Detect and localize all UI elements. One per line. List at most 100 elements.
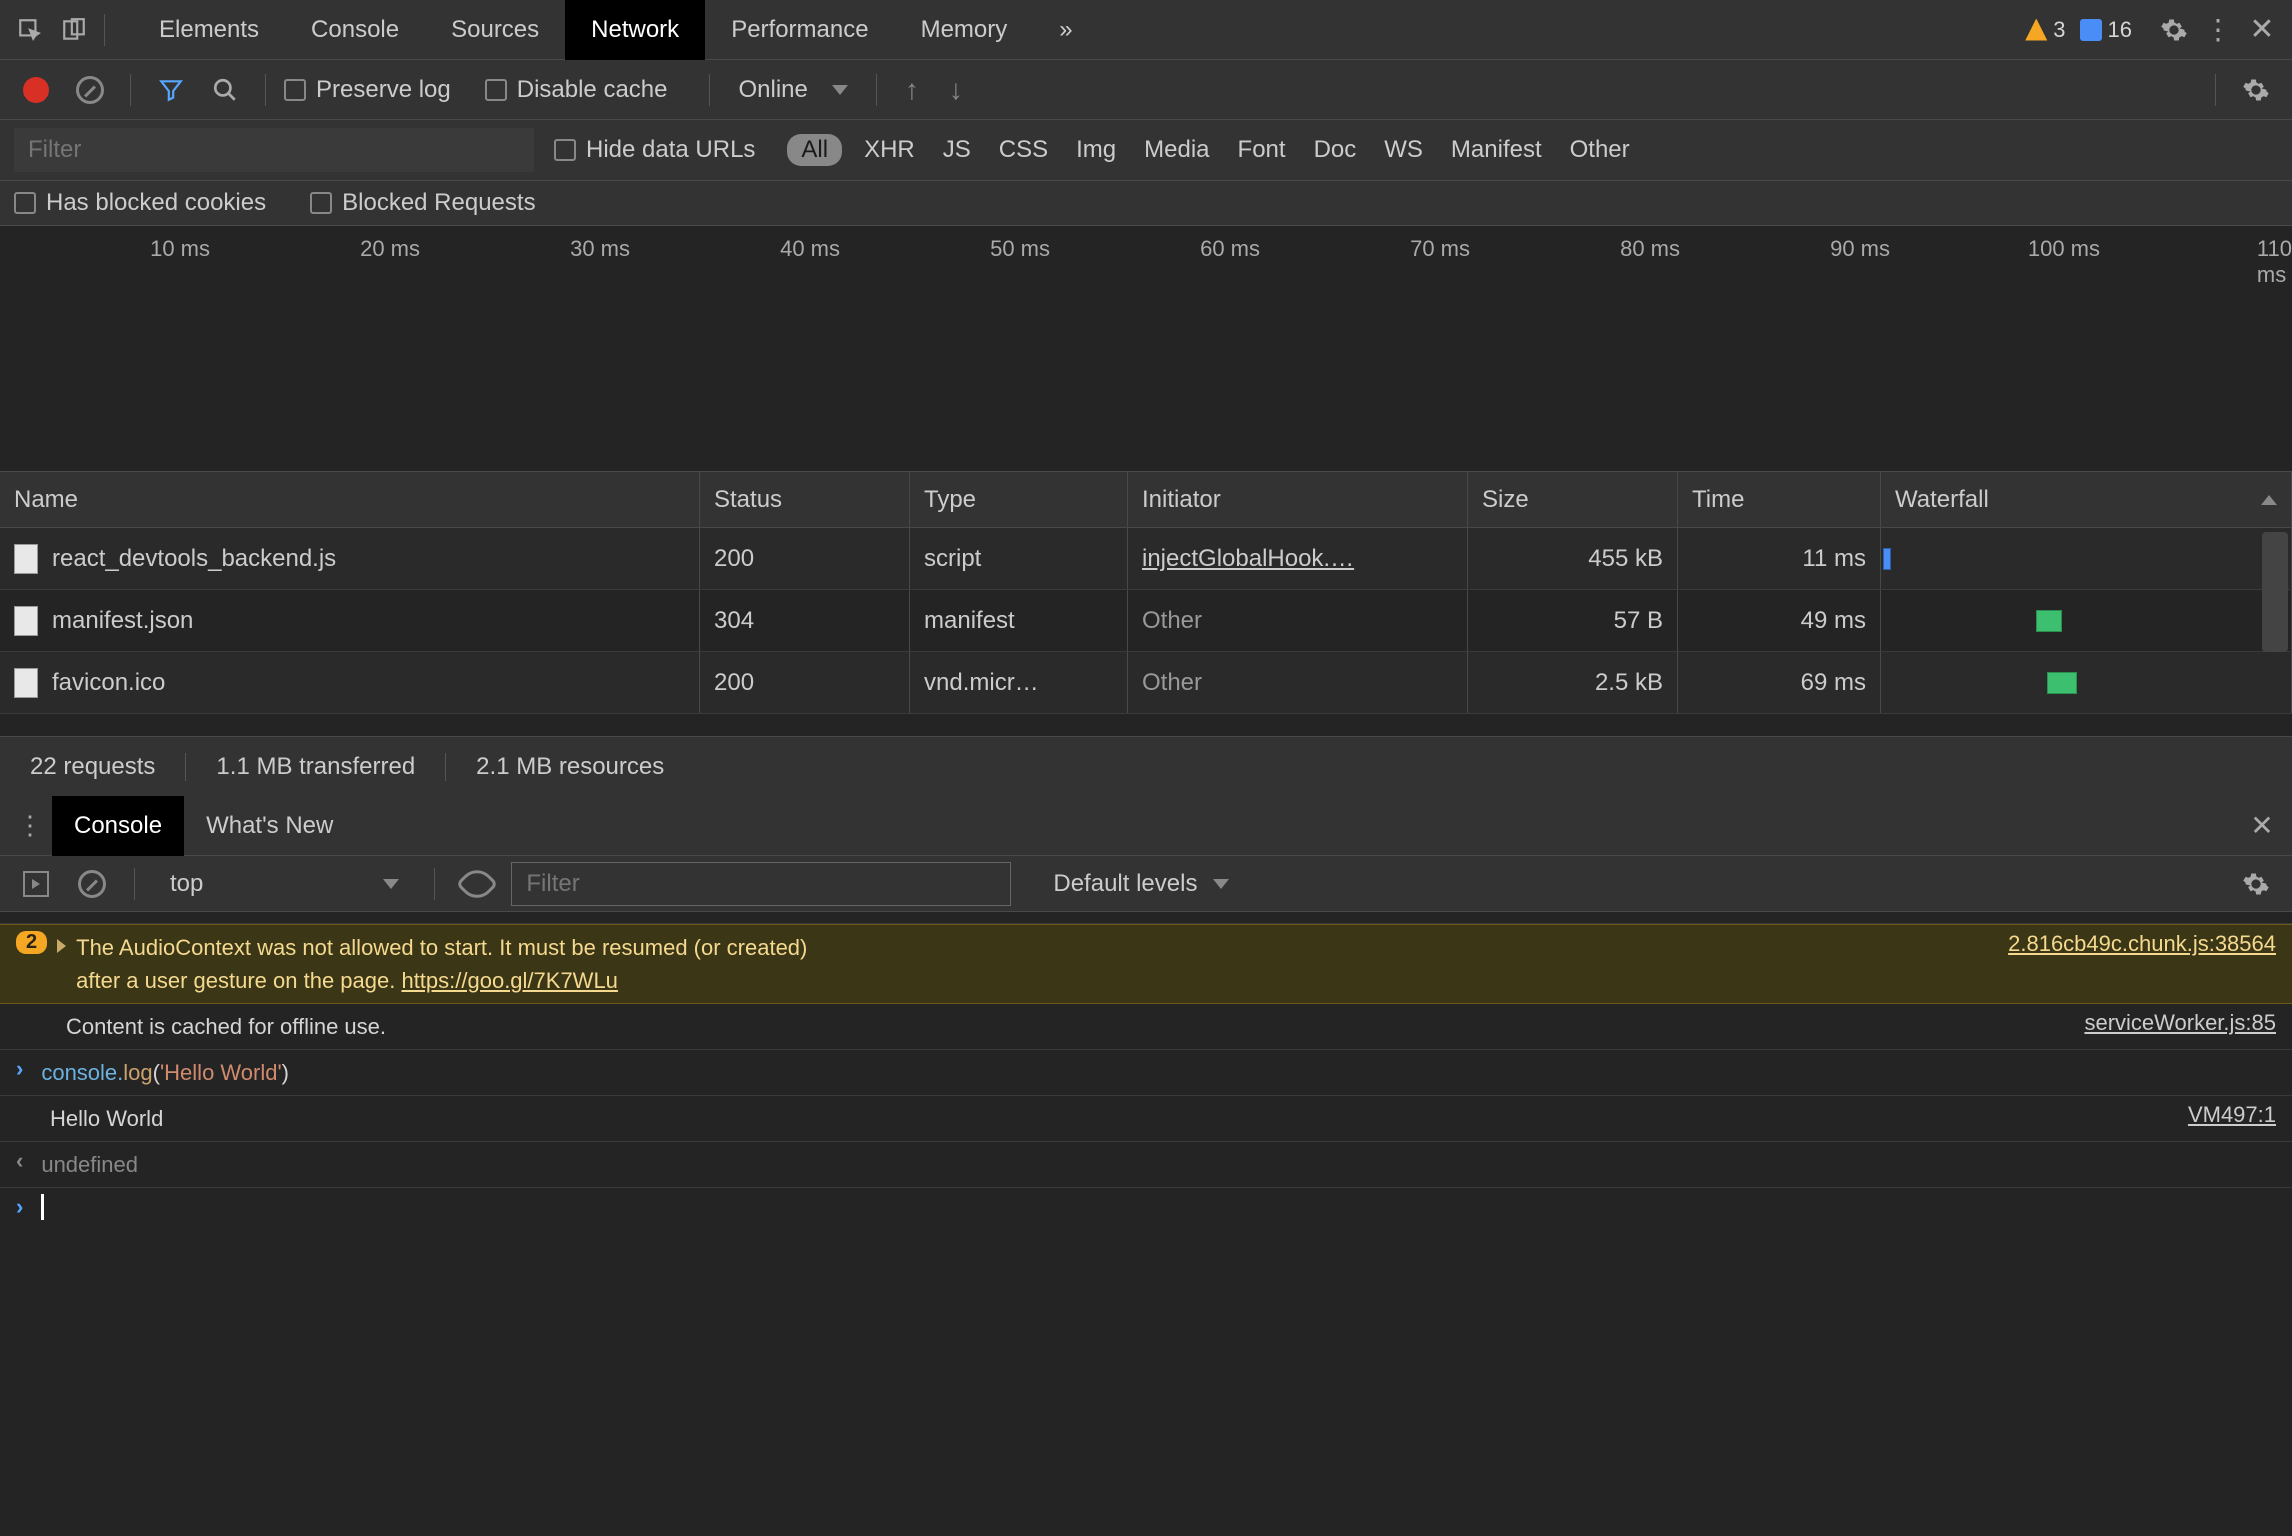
throttling-select[interactable]: Online [728,76,857,104]
console-filter-input[interactable] [511,862,1011,906]
filter-type-xhr[interactable]: XHR [864,136,915,164]
output-source-link[interactable]: VM497:1 [2188,1102,2276,1128]
log-levels-select[interactable]: Default levels [1043,870,1239,898]
console-play-icon[interactable] [14,862,58,906]
drawer-tab-console[interactable]: Console [52,796,184,856]
tab-memory[interactable]: Memory [895,0,1034,60]
console-info-row[interactable]: Content is cached for offline use. servi… [0,1004,2292,1050]
timeline-tick: 50 ms [990,236,1050,262]
text-cursor [41,1194,44,1220]
tab-elements[interactable]: Elements [133,0,285,60]
console-warning-row[interactable]: 2 The AudioContext was not allowed to st… [0,924,2292,1004]
disable-cache-label: Disable cache [517,76,668,104]
cell-type: manifest [910,590,1128,651]
console-body: 2 The AudioContext was not allowed to st… [0,912,2292,1226]
cell-size: 57 B [1468,590,1678,651]
disable-cache-checkbox[interactable]: Disable cache [485,76,668,104]
filter-toggle-icon[interactable] [149,68,193,112]
has-blocked-cookies-checkbox[interactable]: Has blocked cookies [14,189,266,217]
tab-performance[interactable]: Performance [705,0,894,60]
console-return-row[interactable]: ‹ undefined [0,1142,2292,1188]
expand-icon[interactable] [57,939,66,953]
tab-sources[interactable]: Sources [425,0,565,60]
clear-icon [76,76,104,104]
filter-type-ws[interactable]: WS [1384,136,1423,164]
tab-network[interactable]: Network [565,0,705,60]
search-icon[interactable] [203,68,247,112]
console-output-row[interactable]: Hello World VM497:1 [0,1096,2292,1142]
console-input-row[interactable]: › console.log('Hello World') [0,1050,2292,1096]
network-filter-bar: Hide data URLs All XHR JS CSS Img Media … [0,120,2292,181]
console-input-text: console.log('Hello World') [41,1056,2276,1089]
device-toggle-icon[interactable] [52,8,96,52]
table-row[interactable]: favicon.ico 200 vnd.micr… Other 2.5 kB 6… [0,652,2292,714]
warning-source-link[interactable]: 2.816cb49c.chunk.js:38564 [2008,931,2276,957]
timeline-tick: 10 ms [150,236,210,262]
console-prompt-row[interactable]: › [0,1188,2292,1226]
inspect-icon[interactable] [8,8,52,52]
filter-type-media[interactable]: Media [1144,136,1209,164]
close-devtools-icon[interactable]: ✕ [2240,8,2284,52]
filter-type-doc[interactable]: Doc [1314,136,1357,164]
col-size[interactable]: Size [1468,472,1678,527]
col-name[interactable]: Name [0,472,700,527]
filter-type-js[interactable]: JS [943,136,971,164]
warning-message: The AudioContext was not allowed to star… [76,931,1998,997]
drawer-more-icon[interactable]: ⋮ [8,804,52,848]
file-icon [14,606,38,636]
filter-type-img[interactable]: Img [1076,136,1116,164]
blocked-requests-checkbox[interactable]: Blocked Requests [310,189,535,217]
chevron-down-icon [1213,879,1229,889]
console-output: Hello World [50,1102,2178,1135]
col-status[interactable]: Status [700,472,910,527]
col-waterfall[interactable]: Waterfall [1881,472,2292,527]
download-har-icon[interactable]: ↓ [939,74,973,106]
more-menu-icon[interactable]: ⋮ [2196,8,2240,52]
hide-data-urls-checkbox[interactable]: Hide data URLs [554,136,755,164]
filter-type-all[interactable]: All [787,134,842,166]
context-select[interactable]: top [155,869,414,899]
cell-initiator: Other [1128,590,1468,651]
network-table-body: react_devtools_backend.js 200 script inj… [0,528,2292,736]
console-settings-icon[interactable] [2234,862,2278,906]
cell-initiator[interactable]: injectGlobalHook.… [1128,528,1468,589]
col-initiator[interactable]: Initiator [1128,472,1468,527]
network-settings-icon[interactable] [2234,68,2278,112]
filter-type-manifest[interactable]: Manifest [1451,136,1542,164]
live-expression-icon[interactable] [455,862,499,906]
tab-console[interactable]: Console [285,0,425,60]
network-toolbar: Preserve log Disable cache Online ↑ ↓ [0,60,2292,120]
info-source-link[interactable]: serviceWorker.js:85 [2084,1010,2276,1036]
col-time[interactable]: Time [1678,472,1881,527]
table-row[interactable]: react_devtools_backend.js 200 script inj… [0,528,2292,590]
console-clear-icon[interactable] [70,862,114,906]
input-prompt-icon: › [16,1194,23,1220]
cell-waterfall [1881,528,2292,589]
cell-name: favicon.ico [0,652,700,713]
info-message: Content is cached for offline use. [66,1010,2074,1043]
record-button[interactable] [14,68,58,112]
filter-type-font[interactable]: Font [1238,136,1286,164]
network-timeline[interactable]: 10 ms 20 ms 30 ms 40 ms 50 ms 60 ms 70 m… [0,226,2292,472]
cell-name: react_devtools_backend.js [0,528,700,589]
warning-link[interactable]: https://goo.gl/7K7WLu [401,968,617,993]
cell-time: 49 ms [1678,590,1881,651]
timeline-tick: 90 ms [1830,236,1890,262]
timeline-tick: 60 ms [1200,236,1260,262]
issues-summary[interactable]: 3 16 [2025,17,2132,43]
table-row[interactable]: manifest.json 304 manifest Other 57 B 49… [0,590,2292,652]
filter-type-css[interactable]: CSS [999,136,1048,164]
filter-type-other[interactable]: Other [1570,136,1630,164]
close-drawer-icon[interactable]: ✕ [2240,804,2284,848]
scrollbar-thumb[interactable] [2262,532,2288,652]
tabs-overflow[interactable]: » [1033,0,1098,60]
preserve-log-checkbox[interactable]: Preserve log [284,76,451,104]
settings-gear-icon[interactable] [2152,8,2196,52]
col-type[interactable]: Type [910,472,1128,527]
upload-har-icon[interactable]: ↑ [895,74,929,106]
clear-button[interactable] [68,68,112,112]
divider [130,74,131,106]
message-count: 16 [2108,17,2132,43]
filter-input[interactable] [14,128,534,172]
drawer-tab-whatsnew[interactable]: What's New [184,796,355,856]
